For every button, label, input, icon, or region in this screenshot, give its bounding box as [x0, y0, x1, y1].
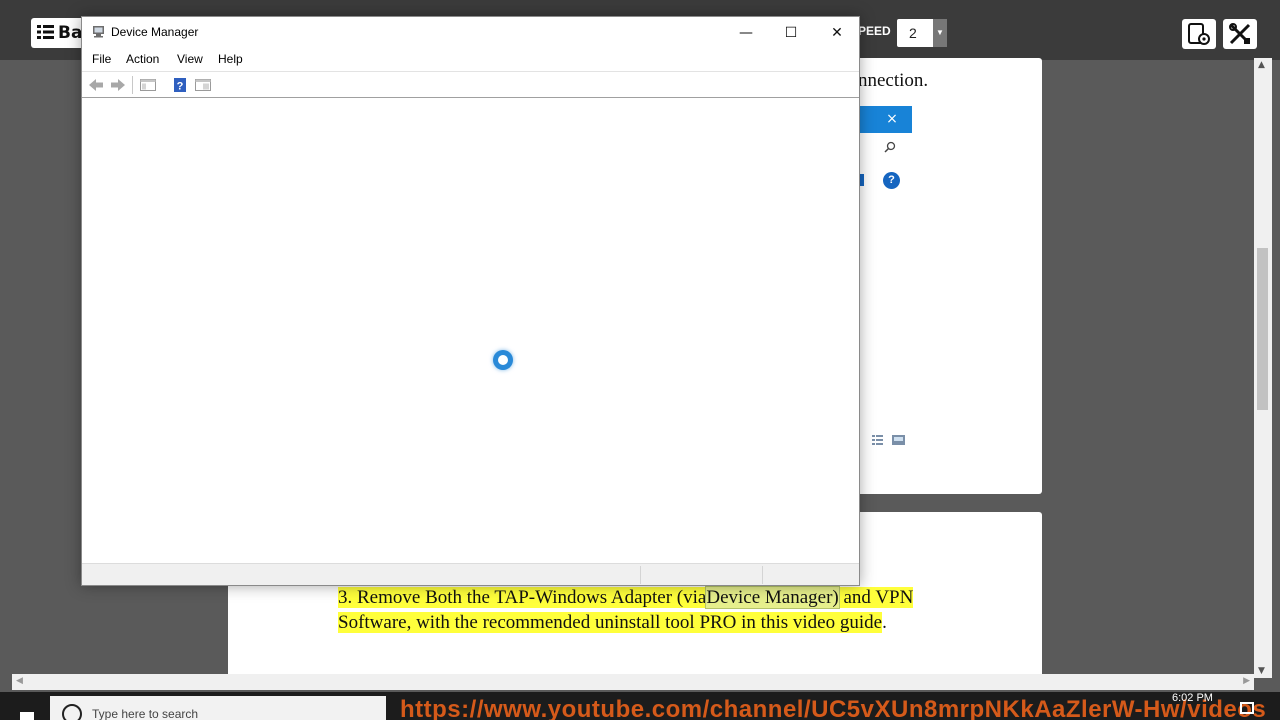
notifications-icon[interactable]: [1240, 702, 1254, 714]
taskbar: Type here to search https://www.youtube.…: [0, 692, 1280, 720]
embedded-screenshot-titlebar: ×: [858, 106, 912, 133]
view-toggle-icon: [872, 435, 905, 445]
scroll-thumb[interactable]: [1257, 248, 1268, 410]
help-icon: ?: [883, 172, 900, 189]
horizontal-scrollbar[interactable]: ◀ ▶: [12, 674, 1254, 690]
loading-spinner-icon: [493, 350, 513, 370]
title-bar[interactable]: Device Manager — ☐ ✕: [82, 17, 859, 49]
clock[interactable]: 6:02 PM: [1172, 692, 1213, 704]
speed-value: 2: [909, 25, 917, 41]
search-icon: [884, 141, 896, 153]
maximize-icon: ☐: [784, 25, 798, 41]
paragraph-end: .: [882, 611, 887, 633]
svg-text:?: ?: [177, 81, 184, 93]
menu-view[interactable]: View: [177, 52, 203, 66]
status-divider: [762, 566, 763, 584]
back-label: Ba: [58, 23, 83, 43]
paragraph-text: 3. Remove Both the TAP-Windows Adapter (…: [338, 587, 707, 608]
maximize-button[interactable]: ☐: [768, 17, 814, 49]
minimize-button[interactable]: —: [723, 17, 769, 49]
properties-icon[interactable]: [194, 77, 212, 93]
close-button[interactable]: ✕: [814, 17, 860, 49]
help-icon[interactable]: ?: [171, 77, 189, 93]
search-icon: [62, 704, 82, 720]
device-manager-window: Device Manager — ☐ ✕ File Action View He…: [81, 16, 860, 586]
scroll-left-icon[interactable]: ◀: [16, 676, 23, 686]
close-icon: ×: [886, 111, 898, 127]
dropdown-arrow-icon: ▼: [933, 19, 947, 47]
tools-button[interactable]: [1223, 19, 1257, 49]
device-manager-link[interactable]: Device Manager): [705, 586, 840, 609]
embedded-screenshot-search: [858, 141, 906, 159]
tablet-settings-button[interactable]: [1182, 19, 1216, 49]
tools-icon: [1229, 23, 1251, 45]
scroll-down-icon[interactable]: ▼: [1258, 666, 1265, 676]
show-hide-console-tree-icon[interactable]: [139, 77, 157, 93]
list-icon: [37, 25, 54, 39]
back-arrow-icon[interactable]: [87, 77, 105, 93]
windows-start-icon[interactable]: [20, 712, 34, 720]
menu-bar: File Action View Help: [82, 49, 859, 71]
status-bar: [82, 563, 859, 585]
forward-arrow-icon[interactable]: [109, 77, 127, 93]
vertical-scrollbar[interactable]: ▲ ▼: [1254, 58, 1272, 678]
toolbar: ?: [82, 71, 859, 98]
menu-action[interactable]: Action: [126, 52, 159, 66]
scroll-up-icon[interactable]: ▲: [1258, 60, 1265, 70]
minimize-icon: —: [739, 25, 753, 41]
toolbar-separator: [132, 76, 133, 94]
device-tree-pane[interactable]: [82, 99, 859, 561]
instruction-paragraph: 3. Remove Both the TAP-Windows Adapter (…: [338, 586, 958, 635]
close-icon: ✕: [831, 25, 843, 41]
device-manager-icon: [93, 26, 104, 38]
taskbar-search[interactable]: Type here to search: [50, 696, 386, 720]
menu-file[interactable]: File: [92, 52, 111, 66]
tablet-gear-icon: [1188, 23, 1210, 45]
document-text-fragment: nnection.: [858, 70, 929, 91]
scroll-right-icon[interactable]: ▶: [1243, 676, 1250, 686]
speed-label: PEED: [858, 24, 891, 38]
search-placeholder: Type here to search: [92, 707, 199, 720]
speed-select[interactable]: 2 ▼: [897, 19, 947, 47]
menu-help[interactable]: Help: [218, 52, 243, 66]
status-divider: [640, 566, 641, 584]
window-title: Device Manager: [111, 25, 199, 39]
url-watermark: https://www.youtube.com/channel/UC5vXUn8…: [400, 696, 1267, 720]
